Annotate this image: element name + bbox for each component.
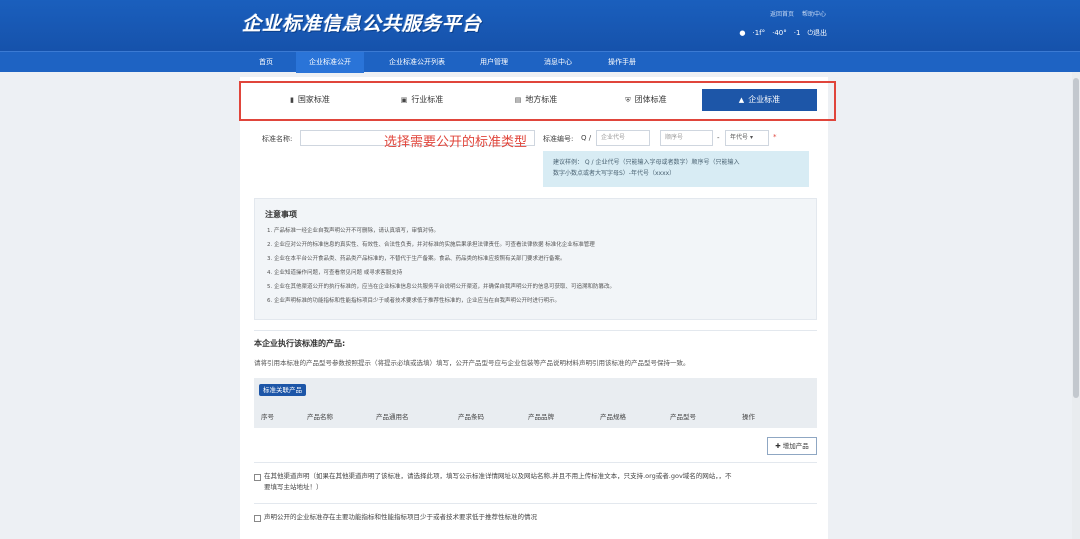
- site-logo[interactable]: 企业标准信息公共服务平台: [242, 9, 482, 36]
- number-prefix: Q /: [581, 134, 592, 142]
- add-product-button[interactable]: ✚ 增加产品: [767, 437, 817, 455]
- site-header: 企业标准信息公共服务平台 返回首页 帮助中心 ● ·1f° ·40° ·1 ⏻退…: [0, 0, 1080, 51]
- tab-industry[interactable]: ▣ 行业标准: [374, 89, 470, 111]
- notice-title: 注意事项: [265, 210, 297, 219]
- nav-user-management[interactable]: 用户管理: [470, 52, 518, 73]
- briefcase-icon: ▣: [400, 96, 408, 104]
- sequence-number-input[interactable]: 顺序号: [660, 130, 713, 146]
- table-badge: 标准关联产品: [259, 384, 306, 396]
- standard-name-label: 标准名称:: [262, 135, 293, 143]
- column-header: 产品型号: [670, 413, 696, 421]
- notice-item: 4. 企业知道操作问题，可查看常见问题 或寻求客服支持: [267, 270, 403, 276]
- nav-standard-publish[interactable]: 企业标准公开: [296, 52, 364, 73]
- home-link[interactable]: 返回首页: [770, 11, 794, 18]
- column-header: 操作: [742, 413, 755, 421]
- other-channel-label: 在其他渠道声明（如果在其他渠道声明了该标准，请选择此项，填写公示标准详情网址以及…: [264, 472, 732, 491]
- nav-standard-list[interactable]: 企业标准公开列表: [378, 52, 456, 73]
- user-icon: ●: [739, 29, 746, 37]
- column-header: 产品名称: [307, 413, 333, 421]
- notice-box: 注意事项 1. 产品标准一经企业自我声明公开不可删除，请认真填写，审慎对待。 2…: [254, 198, 817, 320]
- bank-icon: ▲: [738, 96, 745, 104]
- top-links: 返回首页 帮助中心: [764, 9, 826, 18]
- user-bar: ● ·1f° ·40° ·1 ⏻退出: [739, 28, 827, 38]
- other-channel-checkbox[interactable]: [254, 474, 261, 481]
- required-mark: *: [773, 133, 777, 141]
- column-header: 产品规格: [600, 413, 626, 421]
- help-link[interactable]: 帮助中心: [802, 11, 826, 18]
- section-divider: [254, 330, 817, 331]
- declaration-label: 声明公开的企业标准存在主要功能指标和性能指标项目少于或者技术要求低于推荐性标准的…: [264, 513, 537, 521]
- notice-item: 6. 企业声明标准的功能指标和性能指标项目少于或者技术要求低于推荐性标准的，企业…: [267, 298, 560, 304]
- user-name: ·1f°: [752, 29, 766, 37]
- year-select[interactable]: 年代号 ▾: [725, 130, 769, 146]
- logout-button[interactable]: ⏻退出: [807, 28, 827, 38]
- tab-enterprise[interactable]: ▲ 企业标准: [702, 89, 817, 111]
- nav-message-center[interactable]: 消息中心: [534, 52, 582, 73]
- column-header: 产品品牌: [528, 413, 554, 421]
- number-format-hint: 建议样例： Q / 企业代号（只能输入字母或者数字）顺序号（只能输入 数字小数点…: [543, 151, 809, 187]
- notice-item: 1. 产品标准一经企业自我声明公开不可删除，请认真填写，审慎对待。: [267, 228, 439, 234]
- nav-home[interactable]: 首页: [250, 52, 282, 73]
- book-icon: ▮: [290, 96, 294, 104]
- user-org: ·40°: [772, 29, 787, 37]
- notice-item: 2. 企业应对公开的标准信息的真实性、有效性、合法性负责，并对标准的实施后果承担…: [267, 242, 595, 248]
- standard-number-label: 标准编号:: [543, 135, 574, 143]
- column-header: 产品条码: [458, 413, 484, 421]
- notice-item: 5. 企业在其他渠道公开的执行标准的，应当在企业标准信息公共服务平台说明公开渠道…: [267, 284, 616, 290]
- tab-national[interactable]: ▮ 国家标准: [262, 89, 358, 111]
- shield-icon: ⛨: [625, 96, 631, 104]
- products-description: 请将引用本标准的产品型号参数按照提示（将提示必填或选填）填写，公开产品型号应与企…: [254, 359, 690, 367]
- tab-group[interactable]: ⛨ 团体标准: [598, 89, 694, 111]
- nav-manual[interactable]: 操作手册: [598, 52, 646, 73]
- plus-icon: ✚: [775, 442, 781, 450]
- notice-item: 3. 企业在本平台公开食品类、药品类产品标准的，不替代于生产备案。食品、药品类的…: [267, 256, 566, 262]
- document-icon: ▤: [514, 96, 522, 104]
- column-header: 序号: [261, 413, 274, 421]
- scrollbar-thumb[interactable]: [1073, 78, 1079, 398]
- products-title: 本企业执行该标准的产品:: [254, 339, 346, 348]
- enterprise-code-input[interactable]: 企业代号: [596, 130, 650, 146]
- user-extra: ·1: [793, 29, 801, 37]
- chevron-down-icon: ▾: [749, 134, 753, 141]
- main-nav: 首页 企业标准公开 企业标准公开列表 用户管理 消息中心 操作手册: [0, 51, 1080, 73]
- column-header: 产品通用名: [376, 413, 409, 421]
- number-dash: -: [717, 134, 720, 142]
- section-divider: [254, 503, 817, 504]
- tab-local[interactable]: ▤ 地方标准: [488, 89, 584, 111]
- declaration-checkbox[interactable]: [254, 515, 261, 522]
- annotation-text: 选择需要公开的标准类型: [384, 135, 528, 150]
- section-divider: [254, 462, 817, 463]
